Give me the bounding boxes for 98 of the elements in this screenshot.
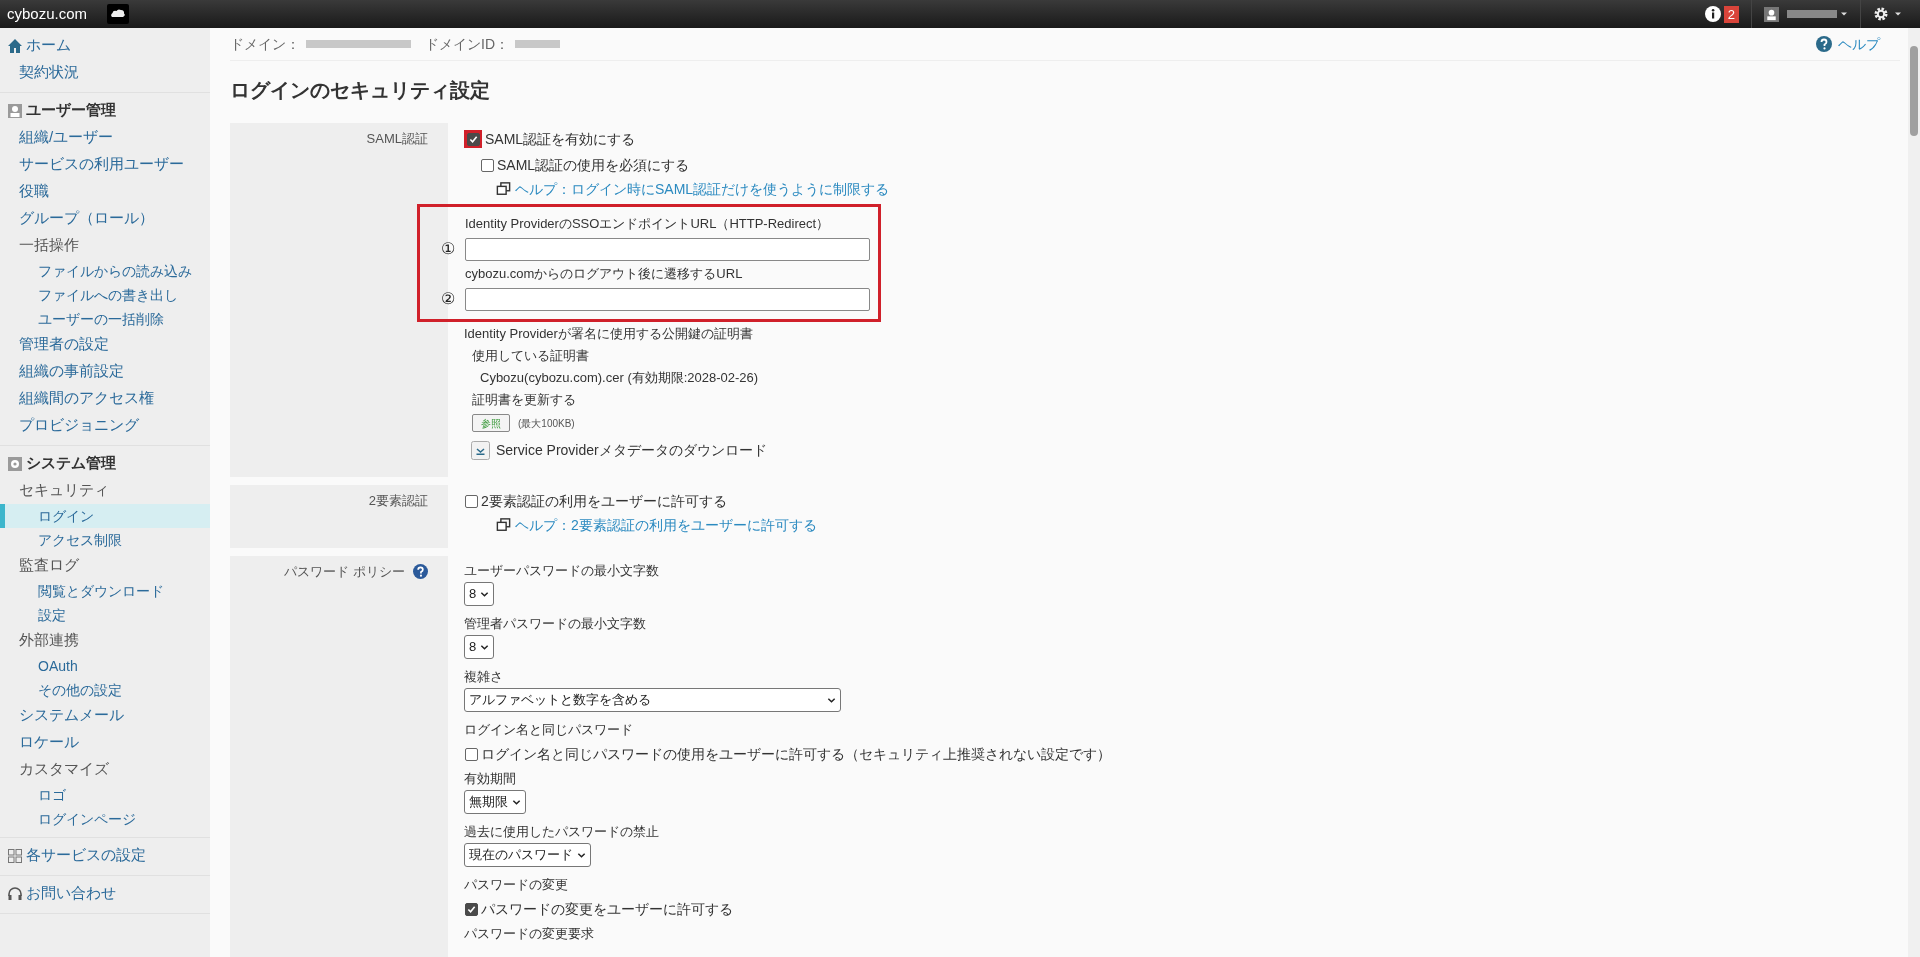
nav-item[interactable]: 一括操作 — [0, 232, 210, 259]
field-heading: ログイン名と同じパスワード — [464, 721, 634, 739]
nav-item[interactable]: プロビジョニング — [0, 412, 210, 439]
nav-item[interactable]: 閲覧とダウンロード — [0, 579, 210, 603]
nav-item[interactable]: ログインページ — [0, 807, 210, 831]
nav-item[interactable]: 管理者の設定 — [0, 331, 210, 358]
nav-item[interactable]: ログイン — [0, 504, 210, 528]
checkbox-label: パスワードの変更をユーザーに許可する — [481, 899, 733, 919]
nav-item[interactable]: 組織の事前設定 — [0, 358, 210, 385]
field-heading: 過去に使用したパスワードの禁止 — [464, 823, 660, 841]
field-heading: 管理者パスワードの最小文字数 — [464, 615, 647, 633]
nav-item[interactable]: 監査ログ — [0, 552, 210, 579]
checkbox[interactable] — [464, 494, 478, 508]
page-title: ログインのセキュリティ設定 — [230, 78, 491, 103]
section-label: SAML認証 — [366, 130, 428, 148]
caret-icon — [1840, 10, 1848, 18]
windows-icon — [496, 518, 511, 532]
nav-item[interactable]: その他の設定 — [0, 678, 210, 702]
checkmark-icon — [468, 134, 478, 144]
nav-section[interactable]: ホーム — [26, 34, 71, 57]
nav-section[interactable]: お問い合わせ — [26, 882, 116, 905]
dropdown[interactable]: 8 — [464, 635, 495, 659]
nav-section[interactable]: ユーザー管理 — [26, 99, 116, 122]
nav-item[interactable]: グループ（ロール） — [0, 205, 210, 232]
nav-section[interactable]: 各サービスの設定 — [26, 844, 146, 867]
field-heading: 証明書を更新する — [471, 391, 577, 409]
nav-item[interactable]: セキュリティ — [0, 477, 210, 504]
nav-section[interactable]: システム管理 — [26, 452, 116, 475]
field-label: Identity ProviderのSSOエンドポイントURL（HTTP-Redirect） — [465, 215, 831, 233]
user-icon — [7, 102, 23, 119]
checkbox[interactable] — [480, 158, 494, 172]
grid-icon — [7, 847, 23, 864]
help-link[interactable]: ヘルプ：2要素認証の利用をユーザーに許可する — [515, 514, 817, 536]
domain-id-label: ドメインID： — [425, 34, 509, 54]
url-input[interactable] — [465, 287, 870, 311]
nav-item[interactable]: 契約状況 — [0, 59, 210, 86]
nav-item[interactable]: 設定 — [0, 603, 210, 627]
certificate-text: Cybozu(cybozu.com).cer (有効期限:2028-02-26) — [479, 369, 760, 387]
number-marker: ① — [441, 239, 455, 259]
checkbox[interactable] — [464, 130, 482, 148]
nav-item[interactable]: OAuth — [0, 654, 210, 678]
nav-item[interactable]: システムメール — [0, 702, 210, 729]
field-heading: パスワードの変更要求 — [464, 925, 595, 943]
dropdown[interactable]: 8 — [464, 582, 495, 606]
help-icon — [413, 564, 428, 580]
nav-item[interactable]: 外部連携 — [0, 627, 210, 654]
info-icon — [1704, 6, 1721, 22]
checkbox[interactable] — [464, 747, 478, 761]
notification-badge[interactable]: 2 — [1723, 5, 1739, 23]
home-icon — [7, 37, 23, 54]
checkbox[interactable] — [464, 902, 478, 916]
help-link[interactable]: ヘルプ：ログイン時にSAML認証だけを使うように制限する — [515, 178, 890, 200]
user-icon — [1764, 6, 1779, 22]
nav-item[interactable]: ユーザーの一括削除 — [0, 307, 210, 331]
dropdown[interactable]: アルファベットと数字を含める — [464, 688, 841, 712]
browse-button[interactable]: 参照 — [472, 414, 510, 432]
section-label: パスワード ポリシー — [284, 563, 405, 581]
help-icon — [1816, 36, 1832, 52]
nav-item[interactable]: アクセス制限 — [0, 528, 210, 552]
download-link[interactable]: Service Providerメタデータのダウンロード — [496, 439, 767, 461]
nav-item[interactable]: 組織間のアクセス権 — [0, 385, 210, 412]
checkbox-label: ログイン名と同じパスワードの使用をユーザーに許可する（セキュリティ上推奨されない設定です） — [481, 744, 1111, 764]
dropdown[interactable]: 無期限 — [464, 790, 526, 814]
nav-item[interactable]: サービスの利用ユーザー — [0, 151, 210, 178]
nav-item[interactable]: ロケール — [0, 729, 210, 756]
gear-icon — [7, 455, 23, 472]
field-heading: Identity Providerが署名に使用する公開鍵の証明書 — [464, 325, 754, 343]
url-input[interactable] — [465, 237, 870, 261]
number-marker: ② — [441, 289, 455, 309]
brand-logo[interactable]: cybozu.com — [7, 2, 88, 26]
checkbox-label: SAML認証を有効にする — [485, 129, 636, 149]
field-heading: 複雑さ — [464, 668, 504, 686]
nav-item[interactable]: ファイルへの書き出し — [0, 283, 210, 307]
cloud-icon — [107, 4, 130, 24]
checkbox-label: SAML認証の使用を必須にする — [497, 155, 690, 175]
headset-icon — [7, 885, 23, 902]
domain-label: ドメイン： — [230, 34, 300, 54]
size-note: (最大100KB) — [518, 416, 575, 431]
nav-item[interactable]: カスタマイズ — [0, 756, 210, 783]
nav-item[interactable]: ファイルからの読み込み — [0, 259, 210, 283]
help-link[interactable]: ヘルプ — [1838, 33, 1880, 55]
section-label: 2要素認証 — [368, 492, 428, 510]
caret-icon — [1894, 10, 1902, 18]
dropdown[interactable]: 現在のパスワード — [464, 843, 591, 867]
checkmark-icon — [466, 904, 476, 914]
field-heading: ユーザーパスワードの最小文字数 — [464, 562, 660, 580]
blurred-domain-id — [515, 40, 560, 48]
field-heading: 有効期間 — [464, 770, 517, 788]
field-heading: パスワードの変更 — [464, 876, 569, 894]
nav-item[interactable]: ロゴ — [0, 783, 210, 807]
nav-item[interactable]: 組織/ユーザー — [0, 124, 210, 151]
windows-icon — [496, 182, 511, 196]
settings-icon — [1873, 6, 1889, 22]
field-label: cybozu.comからのログアウト後に遷移するURL — [465, 265, 744, 283]
nav-item[interactable]: 役職 — [0, 178, 210, 205]
download-icon — [471, 440, 490, 460]
field-heading: 使用している証明書 — [471, 347, 590, 365]
checkbox-label: 2要素認証の利用をユーザーに許可する — [481, 491, 727, 511]
